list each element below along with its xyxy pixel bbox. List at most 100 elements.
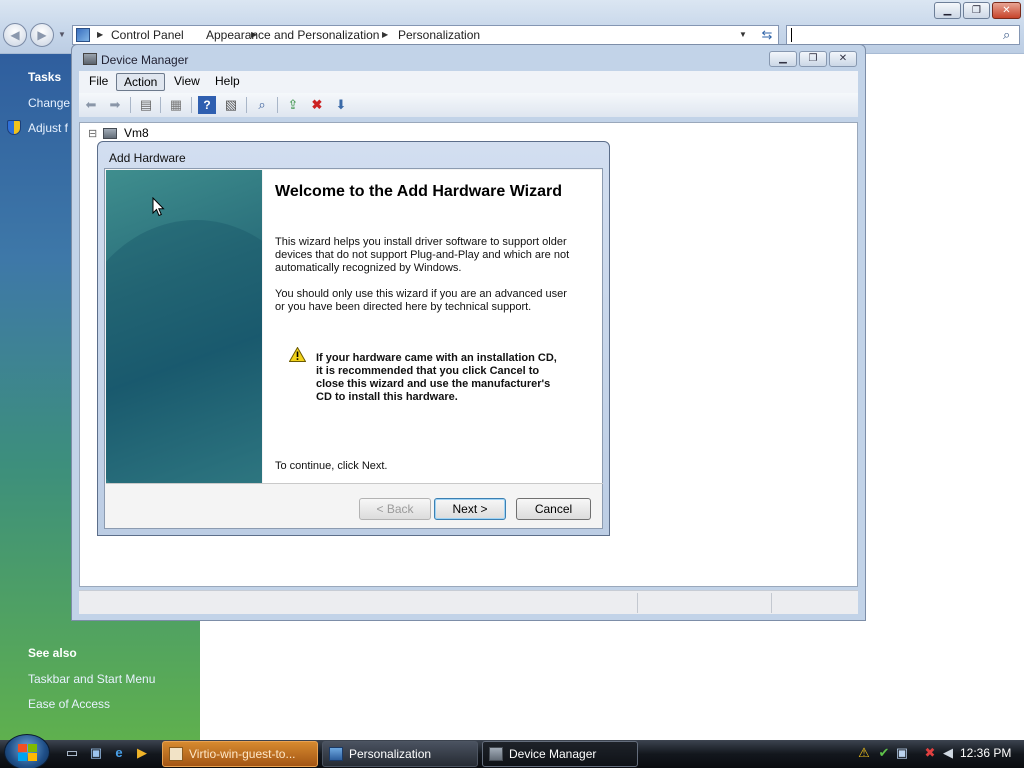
media-player-icon[interactable]: ▶: [134, 745, 150, 761]
breadcrumb-appearance[interactable]: Appearance and Personalization: [206, 26, 379, 44]
tree-collapse-icon[interactable]: ⊟: [88, 127, 97, 140]
tree-root-label[interactable]: Vm8: [124, 126, 149, 140]
switch-windows-icon[interactable]: ▣: [88, 745, 104, 761]
dm-maximize-button[interactable]: ❐: [799, 51, 827, 67]
installer-icon: [169, 747, 183, 761]
computer-icon: [103, 128, 117, 139]
clock[interactable]: 12:36 PM: [960, 746, 1011, 760]
taskbar-task-personalization[interactable]: Personalization: [322, 741, 478, 767]
intro-line-2: devices that do not support Plug-and-Pla…: [275, 249, 570, 261]
taskbar: ▭ ▣ e ▶ Virtio-win-guest-to... Personali…: [0, 734, 1024, 768]
wizard-divider: [106, 483, 603, 484]
warning-icon: [288, 346, 307, 362]
task-link-change[interactable]: Change: [28, 96, 70, 110]
help-icon[interactable]: ?: [198, 96, 216, 114]
menu-action[interactable]: Action: [116, 73, 166, 91]
back-button[interactable]: < Back: [359, 498, 431, 520]
breadcrumb-control-panel[interactable]: Control Panel: [111, 26, 184, 44]
breadcrumb-personalization[interactable]: Personalization: [398, 26, 480, 44]
wizard-title: Add Hardware: [109, 151, 186, 165]
wizard-body: Welcome to the Add Hardware Wizard This …: [104, 168, 603, 529]
device-manager-toolbar: ⬅ ➡ ▤ ▦ ? ▧ ⌕ ⇪ ✖ ⬇: [79, 93, 858, 117]
uac-shield-icon: [7, 120, 21, 135]
show-hide-console-tree-icon[interactable]: ▤: [137, 96, 155, 114]
menu-file[interactable]: File: [82, 73, 115, 91]
wizard-heading: Welcome to the Add Hardware Wizard: [275, 183, 563, 200]
security-alert-icon[interactable]: ⚠: [856, 745, 872, 761]
warning-line-1: If your hardware came with an installati…: [316, 352, 557, 364]
task-label: Personalization: [349, 747, 432, 761]
status-separator: [771, 593, 772, 613]
properties-icon[interactable]: ▦: [167, 96, 185, 114]
start-button[interactable]: [4, 734, 50, 768]
dm-close-button[interactable]: ✕: [829, 51, 857, 67]
device-manager-title: Device Manager: [101, 53, 189, 67]
task-label: Virtio-win-guest-to...: [189, 747, 296, 761]
explorer-maximize-button[interactable]: ❐: [963, 2, 990, 19]
back-nav-button[interactable]: ◀: [3, 23, 27, 47]
search-icon[interactable]: ⌕: [1003, 27, 1010, 43]
scan-hardware-changes-icon[interactable]: ⌕: [253, 96, 271, 114]
uninstall-icon[interactable]: ✖: [308, 96, 326, 114]
update-driver-icon[interactable]: ⇪: [284, 96, 302, 114]
intro-line-1: This wizard helps you install driver sof…: [275, 236, 567, 248]
forward-icon[interactable]: ➡: [106, 96, 124, 114]
status-bar: [79, 590, 858, 614]
text-caret: [791, 28, 792, 42]
control-panel-icon: [76, 28, 90, 42]
menu-bar: File Action View Help: [79, 71, 858, 93]
add-hardware-dialog: Add Hardware Welcome to the Add Hardware…: [97, 141, 610, 536]
back-arrow-icon: ◀: [10, 28, 20, 42]
notification-area: ⚠ ✔ ▣ ✖ ◀ 12:36 PM: [852, 740, 1024, 768]
network-disconnected-icon[interactable]: ✖: [922, 745, 938, 761]
explorer-minimize-button[interactable]: ▁: [934, 2, 961, 19]
search-input[interactable]: ⌕: [786, 25, 1020, 45]
advanced-line-1: You should only use this wizard if you a…: [275, 288, 567, 300]
refresh-icon[interactable]: ⇆: [758, 27, 776, 45]
back-icon[interactable]: ⬅: [82, 96, 100, 114]
device-manager-icon: [83, 53, 97, 65]
menu-view[interactable]: View: [167, 73, 207, 91]
device-manager-icon: [489, 747, 503, 761]
address-bar[interactable]: ▶ Control Panel ▶ Appearance and Persona…: [72, 25, 779, 45]
toolbar-separator: [160, 97, 161, 113]
taskbar-task-device-manager[interactable]: Device Manager: [482, 741, 638, 767]
windows-logo-icon: [18, 744, 38, 762]
internet-explorer-icon[interactable]: e: [111, 745, 127, 761]
device-manager-titlebar[interactable]: Device Manager ▁ ❐ ✕: [72, 45, 865, 73]
toolbar-separator: [191, 97, 192, 113]
tasks-heading: Tasks: [28, 70, 62, 84]
dm-minimize-button[interactable]: ▁: [769, 51, 797, 67]
recent-pages-dropdown-icon[interactable]: ▼: [58, 30, 66, 39]
safely-remove-icon[interactable]: ✔: [876, 745, 892, 761]
see-also-ease-of-access-link[interactable]: Ease of Access: [28, 697, 110, 711]
address-dropdown-icon[interactable]: ▼: [739, 26, 747, 44]
wizard-content: Welcome to the Add Hardware Wizard This …: [263, 170, 602, 483]
action-pane-icon[interactable]: ▧: [222, 96, 240, 114]
disable-device-icon[interactable]: ⬇: [332, 96, 350, 114]
toolbar-separator: [277, 97, 278, 113]
taskbar-task-virtio[interactable]: Virtio-win-guest-to...: [162, 741, 318, 767]
advanced-line-2: or you have been directed here by techni…: [275, 301, 532, 313]
show-desktop-icon[interactable]: ▭: [64, 745, 80, 761]
intro-line-3: automatically recognized by Windows.: [275, 262, 462, 274]
see-also-taskbar-link[interactable]: Taskbar and Start Menu: [28, 672, 155, 686]
breadcrumb-arrow-icon[interactable]: ▶: [97, 26, 103, 44]
device-icon[interactable]: ▣: [894, 745, 910, 761]
breadcrumb-arrow-icon[interactable]: ▶: [382, 26, 388, 44]
menu-help[interactable]: Help: [208, 73, 247, 91]
warning-line-3: close this wizard and use the manufactur…: [316, 378, 551, 390]
explorer-close-button[interactable]: ✕: [992, 2, 1021, 19]
forward-nav-button[interactable]: ▶: [30, 23, 54, 47]
continue-instruction: To continue, click Next.: [275, 460, 388, 472]
task-label: Device Manager: [509, 747, 597, 761]
warning-line-2: it is recommended that you click Cancel …: [316, 365, 540, 377]
next-button[interactable]: Next >: [434, 498, 506, 520]
see-also-heading: See also: [28, 646, 77, 660]
cancel-button[interactable]: Cancel: [516, 498, 591, 520]
volume-muted-icon[interactable]: ◀: [940, 745, 956, 761]
mouse-cursor: [152, 196, 166, 217]
toolbar-separator: [246, 97, 247, 113]
toolbar-separator: [130, 97, 131, 113]
task-link-adjust[interactable]: Adjust f: [28, 121, 68, 135]
